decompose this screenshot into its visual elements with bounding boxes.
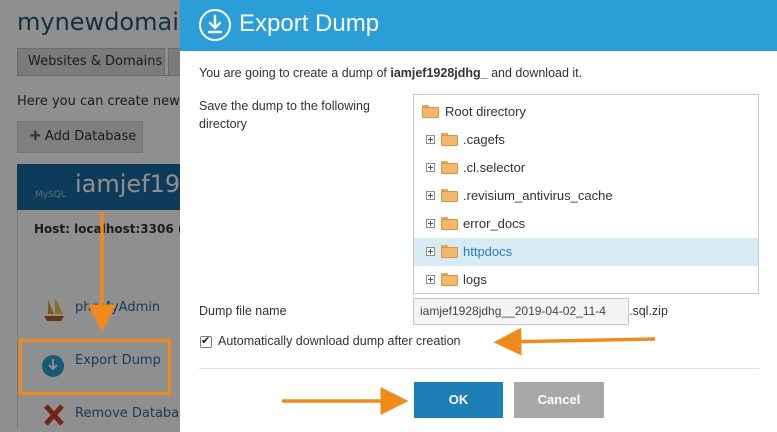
dump-file-name-label: Dump file name [199, 304, 287, 318]
tree-item-logs[interactable]: logs [414, 266, 758, 293]
directory-label: Save the dump to the following directory [199, 99, 370, 131]
folder-icon [441, 161, 458, 174]
folder-icon [441, 273, 458, 286]
tree-item-label: .cagefs [463, 132, 505, 147]
export-dump-dialog: Export Dump You are going to create a du… [180, 0, 777, 432]
dialog-title: Export Dump [239, 10, 380, 37]
download-icon [199, 9, 231, 41]
expand-icon[interactable] [426, 135, 435, 144]
tree-item-label: httpdocs [463, 244, 513, 259]
auto-download-checkbox[interactable] [200, 334, 212, 348]
tree-item-cagefs[interactable]: .cagefs [414, 126, 758, 154]
tree-item-cl-selector[interactable]: .cl.selector [414, 154, 758, 182]
auto-download-label[interactable]: Automatically download dump after creati… [218, 334, 461, 348]
tree-root-label: Root directory [445, 104, 526, 119]
export-dump-highlight [19, 339, 171, 395]
dump-file-name-input[interactable]: iamjef1928jdhg__2019-04-02_11-4 [413, 298, 629, 325]
expand-icon[interactable] [426, 247, 435, 256]
tree-item-label: error_docs [463, 216, 526, 231]
intro-suffix: and download it. [487, 66, 583, 80]
folder-icon [441, 189, 458, 202]
expand-icon[interactable] [426, 275, 435, 284]
tree-item-label: logs [463, 272, 487, 287]
intro-prefix: You are going to create a dump of [199, 66, 391, 80]
folder-icon [422, 105, 439, 118]
expand-icon[interactable] [426, 219, 435, 228]
folder-icon [441, 133, 458, 146]
expand-icon[interactable] [426, 163, 435, 172]
intro-text: You are going to create a dump of iamjef… [199, 66, 582, 80]
tree-item-httpdocs[interactable]: httpdocs [414, 238, 758, 266]
tree-item-revisium-antivirus-cache[interactable]: .revisium_antivirus_cache [414, 182, 758, 210]
tree-item-label: .cl.selector [463, 160, 526, 175]
tree-item-error-docs[interactable]: error_docs [414, 210, 758, 238]
folder-icon [441, 217, 458, 230]
tree-root[interactable]: Root directory [414, 98, 758, 126]
folder-icon [441, 245, 458, 258]
dump-file-suffix: .sql.zip [629, 304, 668, 318]
divider [199, 368, 759, 369]
cancel-button[interactable]: Cancel [514, 382, 604, 418]
ok-button[interactable]: OK [414, 382, 503, 418]
tree-item-label: .revisium_antivirus_cache [463, 188, 613, 203]
dialog-title-bar: Export Dump [180, 0, 777, 51]
intro-db-name: iamjef1928jdhg_ [390, 66, 488, 80]
directory-tree[interactable]: Root directory .cagefs .cl.selector .rev… [413, 94, 759, 294]
expand-icon[interactable] [426, 191, 435, 200]
